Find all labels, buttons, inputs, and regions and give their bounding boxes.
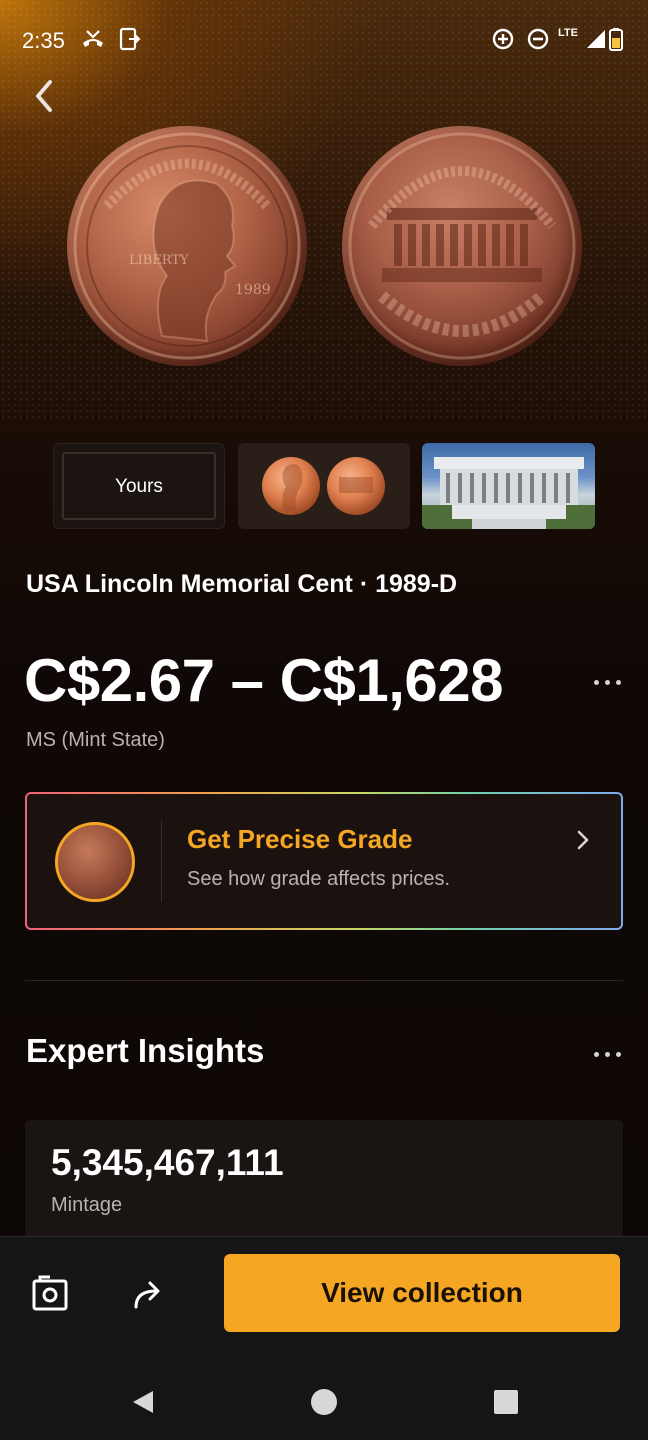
coin-thumbnail-icon xyxy=(55,822,135,902)
data-saver-icon xyxy=(492,28,514,50)
share-arrow-icon[interactable] xyxy=(128,1273,168,1313)
network-type: LTE xyxy=(558,27,578,39)
nav-back-icon[interactable] xyxy=(129,1388,157,1416)
lincoln-memorial-image xyxy=(422,457,595,529)
view-collection-button[interactable]: View collection xyxy=(224,1254,620,1332)
status-bar: 2:35 LTE xyxy=(0,0,648,80)
back-chevron-icon[interactable] xyxy=(28,74,64,118)
insights-more-options-icon[interactable] xyxy=(594,1049,624,1059)
thumbnail-yours-label: Yours xyxy=(115,476,163,497)
grade-card-subtitle: See how grade affects prices. xyxy=(187,868,451,890)
system-navigation-bar xyxy=(0,1360,648,1440)
coin-title: USA Lincoln Memorial Cent · 1989-D xyxy=(26,570,458,598)
chevron-right-icon xyxy=(577,830,589,850)
grade-card-divider xyxy=(161,820,162,902)
nav-home-icon[interactable] xyxy=(310,1388,338,1416)
grade-card-body: Get Precise Grade See how grade affects … xyxy=(27,794,621,928)
coin-reverse-image xyxy=(342,126,582,366)
status-time: 2:35 xyxy=(22,28,65,53)
do-not-disturb-icon xyxy=(527,28,549,50)
expert-insights-title: Expert Insights xyxy=(26,1032,265,1069)
missed-call-icon xyxy=(83,30,103,47)
mintage-label: Mintage xyxy=(51,1194,123,1216)
thumbnail-reference-coins[interactable] xyxy=(238,443,410,529)
thumbnail-lincoln-memorial-photo[interactable] xyxy=(422,443,595,529)
screenshot-icon xyxy=(119,27,141,51)
reference-coins-image xyxy=(262,457,385,515)
coin-obverse-image: LIBERTY 1989 xyxy=(67,126,307,366)
grade-card-title: Get Precise Grade xyxy=(187,824,413,854)
svg-text:LIBERTY: LIBERTY xyxy=(129,253,189,268)
section-divider xyxy=(25,980,623,981)
price-range: C$2.67 – C$1,628 xyxy=(24,647,504,714)
price-more-options-icon[interactable] xyxy=(594,677,624,687)
svg-text:1989: 1989 xyxy=(235,282,271,298)
signal-icon xyxy=(587,30,605,48)
bottom-action-bar: View collection xyxy=(0,1236,648,1360)
camera-scan-icon[interactable] xyxy=(30,1273,70,1313)
thumbnail-yours[interactable]: Yours xyxy=(53,443,225,529)
battery-icon xyxy=(609,28,623,51)
mintage-value: 5,345,467,111 xyxy=(51,1142,284,1183)
nav-recents-icon[interactable] xyxy=(492,1388,520,1416)
get-precise-grade-card[interactable]: Get Precise Grade See how grade affects … xyxy=(25,792,623,930)
grade-label: MS (Mint State) xyxy=(26,729,165,751)
